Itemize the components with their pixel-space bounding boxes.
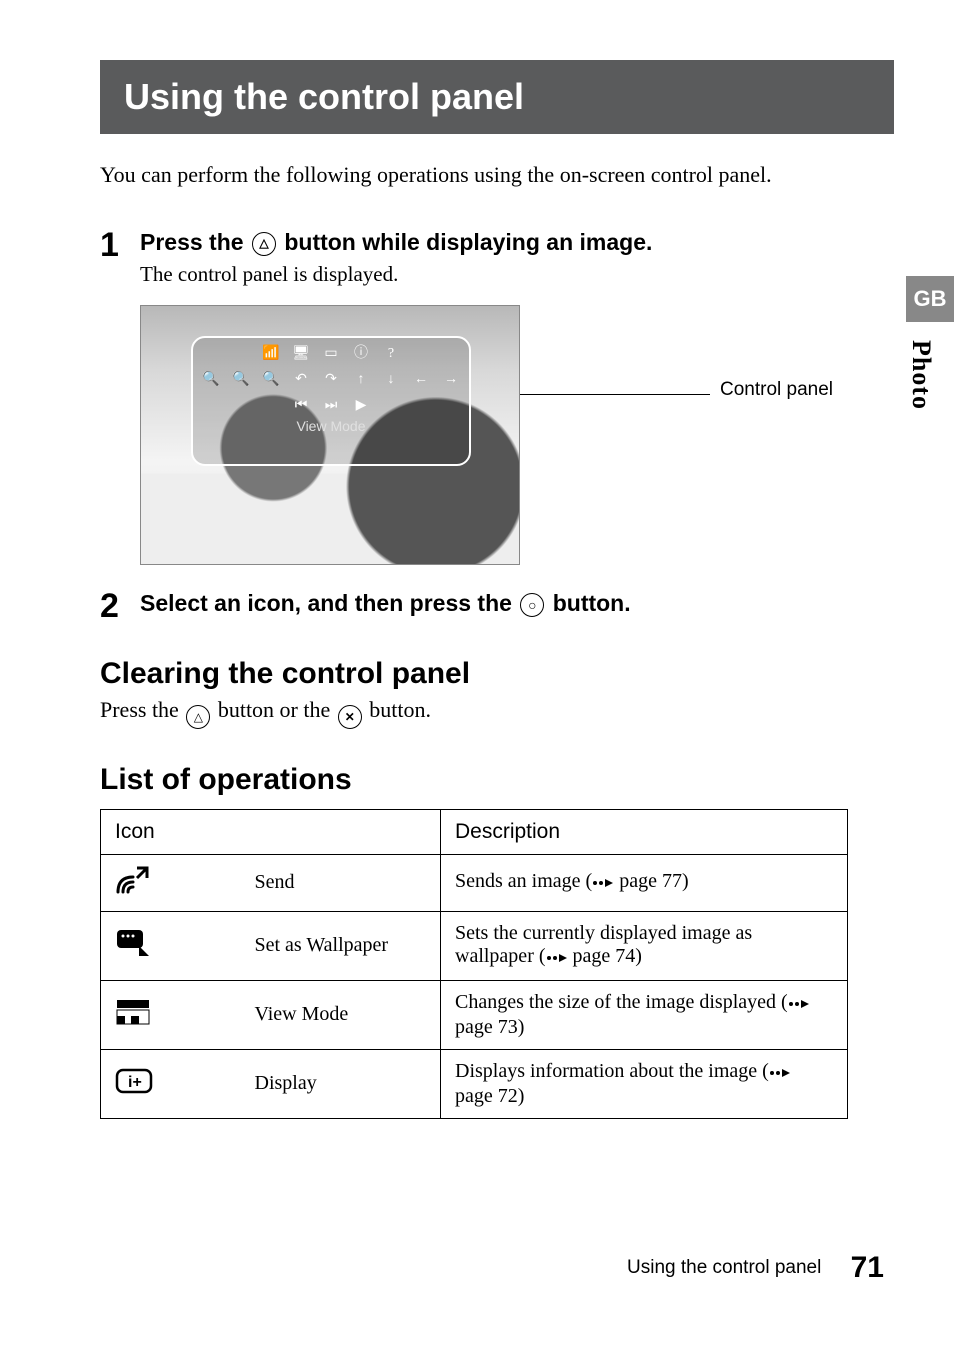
triangle-button-icon bbox=[186, 705, 210, 729]
tab-gb: GB bbox=[906, 276, 954, 322]
viewmode-icon bbox=[115, 998, 151, 1026]
clearing-heading: Clearing the control panel bbox=[100, 657, 894, 691]
zoom-in-icon: 🔍 bbox=[231, 372, 251, 388]
clearing-text: Press the button or the button. bbox=[100, 697, 894, 729]
control-panel-screenshot: 📶 🖥 ▭ ⓘ ? 🔍 🔍 🔍 ↶ ↷ ↑ ↓ ← → bbox=[140, 305, 520, 565]
next-icon: ⏭ bbox=[321, 398, 341, 414]
step-1-subtext: The control panel is displayed. bbox=[140, 262, 894, 287]
clearing-before: Press the bbox=[100, 697, 184, 722]
play-icon: ▶ bbox=[351, 398, 371, 414]
row-icon: i+ bbox=[101, 1049, 241, 1118]
rotate-left-icon: ↶ bbox=[291, 372, 311, 388]
step-1-title-before: Press the bbox=[140, 229, 250, 255]
prev-icon: ⏮ bbox=[291, 398, 311, 414]
table-row: i+ Display Displays information about th… bbox=[101, 1049, 848, 1118]
send-icon: 📶 bbox=[261, 346, 281, 362]
zoom-reset-icon: 🔍 bbox=[261, 372, 281, 388]
display-info-icon: ⓘ bbox=[351, 346, 371, 362]
tab-photo: Photo bbox=[906, 330, 936, 420]
page-ref-icon bbox=[592, 872, 614, 895]
page-ref-icon bbox=[788, 993, 810, 1016]
page-ref-icon bbox=[769, 1062, 791, 1085]
display-info-icon: i+ bbox=[115, 1068, 153, 1094]
step-2-title: Select an icon, and then press the butto… bbox=[140, 589, 894, 619]
footer-label: Using the control panel bbox=[627, 1257, 821, 1278]
row-icon bbox=[101, 911, 241, 980]
zoom-out-icon: 🔍 bbox=[201, 372, 221, 388]
page-number: 71 bbox=[851, 1251, 884, 1284]
screenshot-figure: 📶 🖥 ▭ ⓘ ? 🔍 🔍 🔍 ↶ ↷ ↑ ↓ ← → bbox=[140, 305, 894, 565]
row-icon bbox=[101, 980, 241, 1049]
step-number: 1 bbox=[100, 228, 140, 262]
row-name: View Mode bbox=[241, 980, 441, 1049]
col-header-icon: Icon bbox=[101, 809, 441, 854]
desc-after: page 74) bbox=[568, 945, 642, 967]
desc-after: page 77) bbox=[614, 870, 688, 892]
rotate-right-icon: ↷ bbox=[321, 372, 341, 388]
circle-button-icon bbox=[520, 593, 544, 617]
table-row: Send Sends an image ( page 77) bbox=[101, 854, 848, 911]
step-1: 1 Press the button while displaying an i… bbox=[100, 228, 894, 287]
wallpaper-icon bbox=[115, 928, 151, 958]
desc-before: Changes the size of the image displayed … bbox=[455, 991, 788, 1013]
step-1-title: Press the button while displaying an ima… bbox=[140, 228, 894, 258]
leader-line bbox=[520, 394, 710, 395]
page-title: Using the control panel bbox=[100, 60, 894, 134]
row-name: Set as Wallpaper bbox=[241, 911, 441, 980]
row-name: Display bbox=[241, 1049, 441, 1118]
cross-button-icon bbox=[338, 705, 362, 729]
operations-table: Icon Description Send Sends an image ( p… bbox=[100, 809, 848, 1119]
desc-after: page 72) bbox=[455, 1085, 524, 1107]
clearing-after: button. bbox=[364, 697, 431, 722]
row-desc: Changes the size of the image displayed … bbox=[441, 980, 848, 1049]
intro-text: You can perform the following operations… bbox=[100, 162, 894, 188]
col-header-desc: Description bbox=[441, 809, 848, 854]
step-2-title-after: button. bbox=[546, 590, 630, 616]
page-ref-icon bbox=[546, 947, 568, 970]
table-row: Set as Wallpaper Sets the currently disp… bbox=[101, 911, 848, 980]
clearing-mid: button or the bbox=[212, 697, 335, 722]
step-number: 2 bbox=[100, 589, 140, 623]
right-arrow-icon: → bbox=[441, 372, 461, 388]
table-row: View Mode Changes the size of the image … bbox=[101, 980, 848, 1049]
row-desc: Sets the currently displayed image as wa… bbox=[441, 911, 848, 980]
step-2: 2 Select an icon, and then press the but… bbox=[100, 589, 894, 623]
desc-after: page 73) bbox=[455, 1016, 524, 1038]
row-desc: Displays information about the image ( p… bbox=[441, 1049, 848, 1118]
svg-text:i+: i+ bbox=[128, 1074, 142, 1091]
row-icon bbox=[101, 854, 241, 911]
send-icon bbox=[115, 865, 149, 895]
step-2-title-before: Select an icon, and then press the bbox=[140, 590, 518, 616]
help-icon: ? bbox=[381, 346, 401, 362]
control-panel-overlay: 📶 🖥 ▭ ⓘ ? 🔍 🔍 🔍 ↶ ↷ ↑ ↓ ← → bbox=[191, 336, 471, 466]
callout-label: Control panel bbox=[720, 379, 833, 401]
step-1-title-after: button while displaying an image. bbox=[278, 229, 652, 255]
desc-before: Sends an image ( bbox=[455, 870, 592, 892]
triangle-button-icon bbox=[252, 232, 276, 256]
wallpaper-icon: 🖥 bbox=[291, 346, 311, 362]
page-footer: Using the control panel 71 bbox=[627, 1251, 884, 1285]
down-arrow-icon: ↓ bbox=[381, 372, 401, 388]
viewmode-icon: ▭ bbox=[321, 346, 341, 362]
overlay-label: View Mode bbox=[193, 418, 469, 434]
row-desc: Sends an image ( page 77) bbox=[441, 854, 848, 911]
left-arrow-icon: ← bbox=[411, 372, 431, 388]
desc-before: Displays information about the image ( bbox=[455, 1060, 769, 1082]
operations-heading: List of operations bbox=[100, 763, 894, 797]
side-tabs: GB Photo bbox=[906, 276, 954, 420]
row-name: Send bbox=[241, 854, 441, 911]
up-arrow-icon: ↑ bbox=[351, 372, 371, 388]
